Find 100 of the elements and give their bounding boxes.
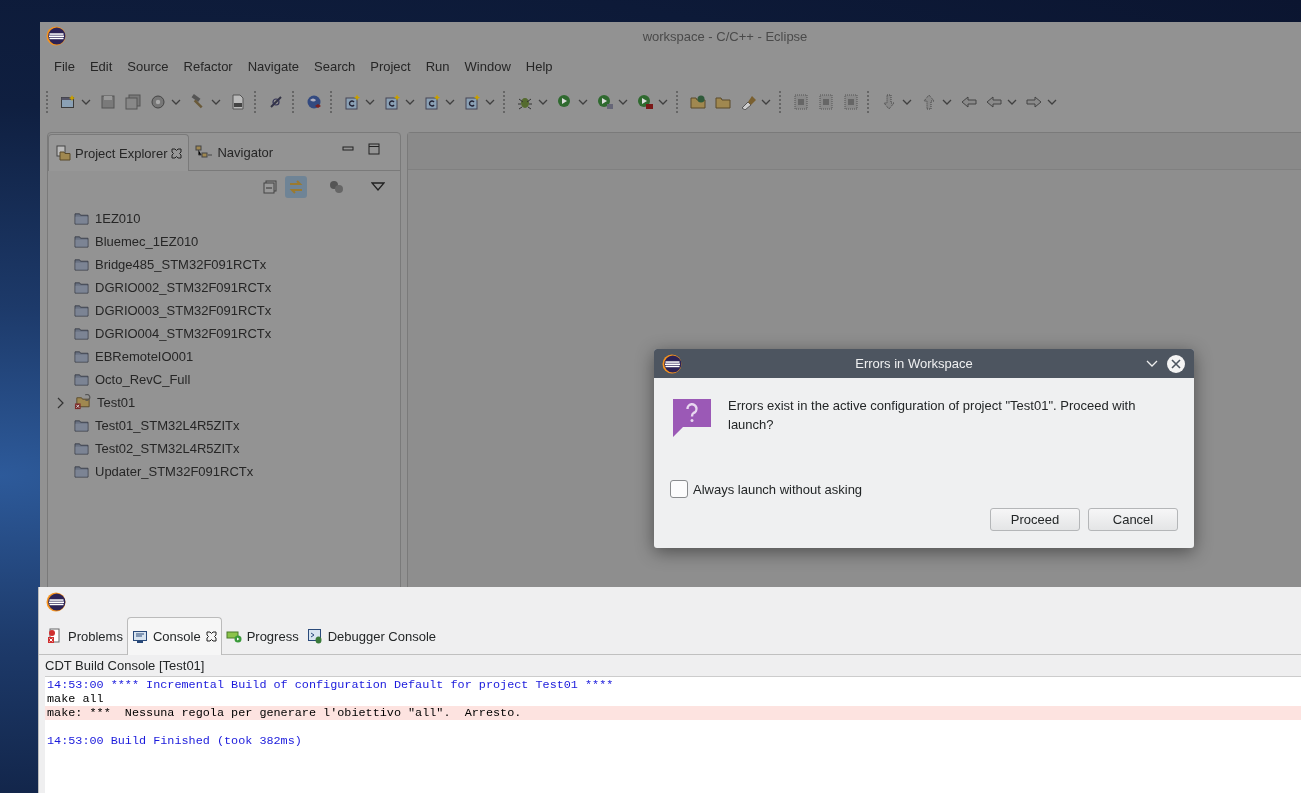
caret-icon[interactable] bbox=[81, 99, 91, 105]
checkbox-label[interactable]: Always launch without asking bbox=[693, 481, 863, 497]
console-line: 14:53:00 **** Incremental Build of configuration Default for project Test01 **** bbox=[46, 678, 615, 692]
menu-item[interactable]: File bbox=[47, 58, 83, 74]
collapse-all-icon[interactable] bbox=[263, 180, 277, 194]
eclipse-logo-icon bbox=[46, 26, 66, 46]
caret-icon[interactable] bbox=[942, 99, 952, 105]
caret-icon[interactable] bbox=[1047, 99, 1057, 105]
window-title: workspace - C/C++ - Eclipse bbox=[641, 29, 809, 44]
caret-icon[interactable] bbox=[445, 99, 455, 105]
menu-item[interactable]: Search bbox=[307, 58, 364, 74]
view-tab[interactable]: Progress bbox=[221, 618, 303, 654]
caret-icon[interactable] bbox=[538, 99, 548, 105]
problems-icon bbox=[47, 628, 63, 644]
panel-tab[interactable]: Project Explorer bbox=[48, 134, 190, 171]
tree-item[interactable]: DGRIO003_STM32F091RCTx bbox=[95, 303, 272, 318]
maximize-icon[interactable] bbox=[368, 143, 380, 155]
caret-icon[interactable] bbox=[618, 99, 628, 105]
filter-icon[interactable] bbox=[329, 180, 345, 194]
caret-icon[interactable] bbox=[365, 99, 375, 105]
debugger-console-icon bbox=[306, 628, 323, 644]
binary-file-icon[interactable] bbox=[230, 94, 246, 110]
console-line: make all bbox=[46, 692, 105, 706]
chevron-down-icon[interactable] bbox=[1146, 359, 1158, 368]
view-menu-icon[interactable] bbox=[371, 182, 385, 192]
caret-icon[interactable] bbox=[485, 99, 495, 105]
caret-icon[interactable] bbox=[211, 99, 221, 105]
caret-icon[interactable] bbox=[1007, 99, 1017, 105]
folder-icon bbox=[74, 419, 89, 432]
class-icon[interactable] bbox=[344, 94, 360, 110]
folder-icon[interactable] bbox=[715, 94, 731, 110]
tree-item[interactable]: Bridge485_STM32F091RCTx bbox=[95, 257, 267, 272]
down-arrow-icon[interactable] bbox=[881, 94, 897, 110]
menu-item[interactable]: Project bbox=[363, 58, 419, 74]
folder-icon bbox=[74, 304, 89, 317]
question-bubble-icon bbox=[672, 398, 712, 438]
folder-icon bbox=[74, 350, 89, 363]
menu-item[interactable]: Edit bbox=[82, 58, 121, 74]
right-arrow-icon[interactable] bbox=[1026, 94, 1042, 110]
checkbox[interactable] bbox=[670, 480, 688, 498]
view-tab[interactable]: Console bbox=[126, 617, 222, 655]
expand-chevron-icon[interactable] bbox=[57, 396, 65, 409]
file-class-icon[interactable] bbox=[424, 94, 440, 110]
tree-item[interactable]: Octo_RevC_Full bbox=[95, 372, 191, 387]
up-arrow-icon[interactable] bbox=[921, 94, 937, 110]
dialog-button[interactable]: Cancel bbox=[1088, 508, 1178, 531]
menu-item[interactable]: Run bbox=[418, 58, 458, 74]
left-arrow-icon[interactable] bbox=[986, 94, 1002, 110]
caret-icon[interactable] bbox=[171, 99, 181, 105]
folder-icon bbox=[74, 442, 89, 455]
caret-icon[interactable] bbox=[902, 99, 912, 105]
refresh-class-icon[interactable] bbox=[464, 94, 480, 110]
new-window-icon[interactable] bbox=[60, 94, 76, 110]
folder-tree-icon bbox=[55, 145, 71, 161]
folder-icon bbox=[74, 258, 89, 271]
close-icon[interactable] bbox=[1166, 353, 1186, 374]
play-list-icon[interactable] bbox=[597, 94, 613, 110]
globe-icon[interactable] bbox=[306, 94, 322, 110]
menu-item[interactable]: Window bbox=[457, 58, 519, 74]
panel-tab[interactable]: Navigator bbox=[189, 134, 280, 170]
tree-item[interactable]: DGRIO002_STM32F091RCTx bbox=[95, 280, 272, 295]
tree-item[interactable]: Bluemec_1EZ010 bbox=[95, 234, 199, 249]
console-line: 14:53:00 Build Finished (took 382ms) bbox=[46, 734, 303, 748]
caret-icon[interactable] bbox=[578, 99, 588, 105]
menu-item[interactable]: Source bbox=[120, 58, 177, 74]
close-tab-icon[interactable] bbox=[205, 631, 217, 642]
folder-icon bbox=[74, 212, 89, 225]
caret-icon[interactable] bbox=[761, 99, 771, 105]
caret-icon[interactable] bbox=[658, 99, 668, 105]
folder-icon bbox=[74, 373, 89, 386]
dialog-message: Errors exist in the active configuration of project "Test01". Proceed with launch? bbox=[728, 397, 1137, 434]
play-icon[interactable] bbox=[557, 94, 573, 110]
disks-icon[interactable] bbox=[125, 94, 141, 110]
folder-icon bbox=[74, 235, 89, 248]
menu-item[interactable]: Navigate bbox=[240, 58, 307, 74]
flashlight-icon[interactable] bbox=[740, 94, 756, 110]
folder-class-icon[interactable] bbox=[384, 94, 400, 110]
dialog-button[interactable]: Proceed bbox=[990, 508, 1080, 531]
play-toolbox-icon[interactable] bbox=[637, 94, 653, 110]
view-tab[interactable]: Debugger Console bbox=[302, 618, 441, 654]
tree-item[interactable]: Test02_STM32L4R5ZITx bbox=[95, 441, 240, 456]
progress-icon bbox=[225, 628, 242, 644]
hammer-icon[interactable] bbox=[190, 94, 206, 110]
folder-icon bbox=[74, 327, 89, 340]
folder-open-icon[interactable] bbox=[690, 94, 706, 110]
tree-item[interactable]: Updater_STM32F091RCTx bbox=[95, 464, 254, 479]
menu-item[interactable]: Help bbox=[518, 58, 561, 74]
tree-item[interactable]: DGRIO004_STM32F091RCTx bbox=[95, 326, 272, 341]
monitor-icon bbox=[131, 628, 148, 645]
folder-icon bbox=[74, 465, 89, 478]
caret-icon[interactable] bbox=[405, 99, 415, 105]
menu-item[interactable]: Refactor bbox=[176, 58, 241, 74]
tree-item[interactable]: 1EZ010 bbox=[95, 211, 141, 226]
eclipse-logo-icon bbox=[662, 353, 682, 374]
folder-icon bbox=[74, 281, 89, 294]
tree-item[interactable]: EBRemoteIO001 bbox=[95, 349, 194, 364]
tree-item[interactable]: Test01 bbox=[97, 395, 136, 410]
tree-item[interactable]: Test01_STM32L4R5ZITx bbox=[95, 418, 240, 433]
eclipse-logo-icon bbox=[46, 591, 66, 612]
view-tab[interactable]: Problems bbox=[43, 618, 127, 654]
